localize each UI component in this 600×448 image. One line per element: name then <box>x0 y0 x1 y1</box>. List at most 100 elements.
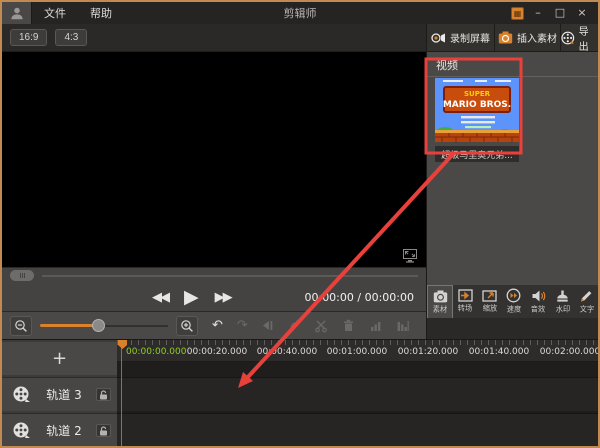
play-button[interactable]: ▶ <box>184 286 199 308</box>
transition-icon <box>458 289 473 302</box>
tool-tabs: 素材 转场 缩放 速度 音效 水印 <box>427 285 599 318</box>
tab-scale[interactable]: 缩放 <box>478 285 502 318</box>
section-label-video: 视频 <box>427 52 598 77</box>
trim-left-icon[interactable] <box>260 318 275 333</box>
timeline-ruler[interactable]: 00:00:00.000 00:00:20.000 00:00:40.000 0… <box>117 340 598 362</box>
material-icon <box>433 290 448 303</box>
thumb-title-line2: MARIO BROS. <box>443 100 511 110</box>
camera-icon <box>498 31 513 44</box>
lock-icon[interactable] <box>96 424 111 437</box>
stamp-icon <box>555 289 570 303</box>
window-controls: ▦ – □ × <box>511 6 598 20</box>
forward-button[interactable]: ▶▶ <box>215 290 231 305</box>
tab-sound[interactable]: 音效 <box>526 285 550 318</box>
redo-button[interactable]: ↷ <box>237 318 248 333</box>
video-preview[interactable] <box>2 52 426 267</box>
export-label: 导出 <box>579 23 598 53</box>
track-label: 轨道 2 <box>32 422 96 439</box>
tab-text-label: 文字 <box>580 304 594 314</box>
tab-transition[interactable]: 转场 <box>453 285 477 318</box>
time-display: 00:00:00 / 00:00:00 <box>304 291 414 304</box>
ruler-label: 00:00:20.000 <box>187 347 247 357</box>
tab-scale-label: 缩放 <box>483 304 497 314</box>
aspect-4-3-button[interactable]: 4:3 <box>55 29 87 46</box>
close-button[interactable]: × <box>574 6 590 20</box>
thumb-title-line1: SUPER <box>464 90 491 98</box>
ruler-label: 00:02:00.000 <box>540 347 600 357</box>
playhead-line <box>121 340 122 447</box>
transport-controls: ◀◀ ▶ ▶▶ 00:00:00 / 00:00:00 <box>2 283 426 311</box>
zoom-in-icon <box>180 319 194 333</box>
timeline-zoom-slider[interactable] <box>40 316 168 336</box>
rewind-button[interactable]: ◀◀ <box>152 290 168 305</box>
right-panel: 录制屏幕 插入素材 导出 视频 SUPER MARIO BROS. <box>426 24 598 339</box>
speaker-icon <box>531 289 546 303</box>
camcorder-icon <box>431 32 446 44</box>
media-library: 视频 SUPER MARIO BROS. 超级马里奥 <box>427 52 598 285</box>
zoom-out-icon <box>14 319 28 333</box>
timeline-tracks-area: 00:00:00.000 00:00:20.000 00:00:40.000 0… <box>117 340 598 447</box>
trim-right-icon[interactable] <box>287 318 302 333</box>
seek-handle[interactable] <box>10 270 34 281</box>
record-screen-button[interactable]: 录制屏幕 <box>427 24 495 51</box>
tab-transition-label: 转场 <box>458 304 472 314</box>
tab-sound-label: 音效 <box>531 304 545 314</box>
title-bar: 文件 帮助 剪辑师 ▦ – □ × <box>2 2 598 24</box>
film-reel-icon <box>12 421 32 441</box>
tab-material[interactable]: 素材 <box>427 285 453 318</box>
pencil-icon <box>579 289 594 303</box>
fade-in-icon[interactable] <box>368 318 383 333</box>
maximize-button[interactable]: □ <box>552 6 568 20</box>
film-reel-icon <box>561 31 575 45</box>
delete-icon[interactable] <box>341 318 356 333</box>
clip-caption: 超级马里奥兄弟... <box>435 146 519 162</box>
ruler-label: 00:01:40.000 <box>469 347 529 357</box>
timeline-lane-3[interactable] <box>117 377 598 411</box>
menu-help[interactable]: 帮助 <box>78 5 124 21</box>
track-header-2[interactable]: 轨道 2 <box>2 413 117 447</box>
tab-watermark[interactable]: 水印 <box>550 285 574 318</box>
zoom-out-button[interactable] <box>10 316 32 336</box>
cut-icon[interactable] <box>314 318 329 333</box>
media-clip-card[interactable]: SUPER MARIO BROS. 超级马里奥兄弟... <box>435 78 519 162</box>
speed-icon <box>506 288 521 303</box>
track-label: 轨道 3 <box>32 386 96 403</box>
slider-knob[interactable] <box>92 319 105 332</box>
ruler-label: 00:00:40.000 <box>257 347 317 357</box>
scale-icon <box>482 289 497 302</box>
tab-text[interactable]: 文字 <box>575 285 599 318</box>
fullscreen-icon[interactable] <box>402 248 418 263</box>
timeline-lane-2[interactable] <box>117 413 598 447</box>
timeline: + 轨道 3 轨道 2 00:00:00.000 00:00:20.000 00… <box>2 339 598 446</box>
export-button[interactable]: 导出 <box>561 24 598 51</box>
tab-speed[interactable]: 速度 <box>502 285 526 318</box>
user-avatar[interactable] <box>2 2 32 24</box>
theme-icon[interactable]: ▦ <box>511 7 524 20</box>
minimize-button[interactable]: – <box>530 6 546 20</box>
aspect-16-9-button[interactable]: 16:9 <box>10 29 47 46</box>
zoom-in-button[interactable] <box>176 316 198 336</box>
mario-thumbnail: SUPER MARIO BROS. <box>435 78 519 142</box>
timeline-lanes[interactable] <box>117 362 598 447</box>
record-screen-label: 录制屏幕 <box>450 30 490 45</box>
tab-speed-label: 速度 <box>507 305 521 315</box>
add-track-button[interactable]: + <box>2 342 117 375</box>
lock-icon[interactable] <box>96 388 111 401</box>
fade-out-icon[interactable] <box>395 318 410 333</box>
insert-media-button[interactable]: 插入素材 <box>495 24 561 51</box>
ruler-label: 00:01:20.000 <box>398 347 458 357</box>
menu-file[interactable]: 文件 <box>32 5 78 21</box>
track-header-panel: + 轨道 3 轨道 2 <box>2 340 117 447</box>
app-window: 文件 帮助 剪辑师 ▦ – □ × 16:9 4:3 ◀◀ ▶ ▶▶ <box>0 0 600 448</box>
person-icon <box>10 6 24 20</box>
tab-material-label: 素材 <box>433 304 447 314</box>
edit-toolbar: ↶ ↷ <box>2 311 426 339</box>
aspect-ratio-bar: 16:9 4:3 <box>2 24 426 52</box>
undo-button[interactable]: ↶ <box>212 318 223 333</box>
panel-header-buttons: 录制屏幕 插入素材 导出 <box>427 24 598 52</box>
seek-track[interactable] <box>42 275 418 277</box>
track-header-3[interactable]: 轨道 3 <box>2 377 117 411</box>
insert-media-label: 插入素材 <box>517 30 557 45</box>
tab-watermark-label: 水印 <box>555 304 569 314</box>
current-time-label: 00:00:00.000 <box>126 347 186 357</box>
